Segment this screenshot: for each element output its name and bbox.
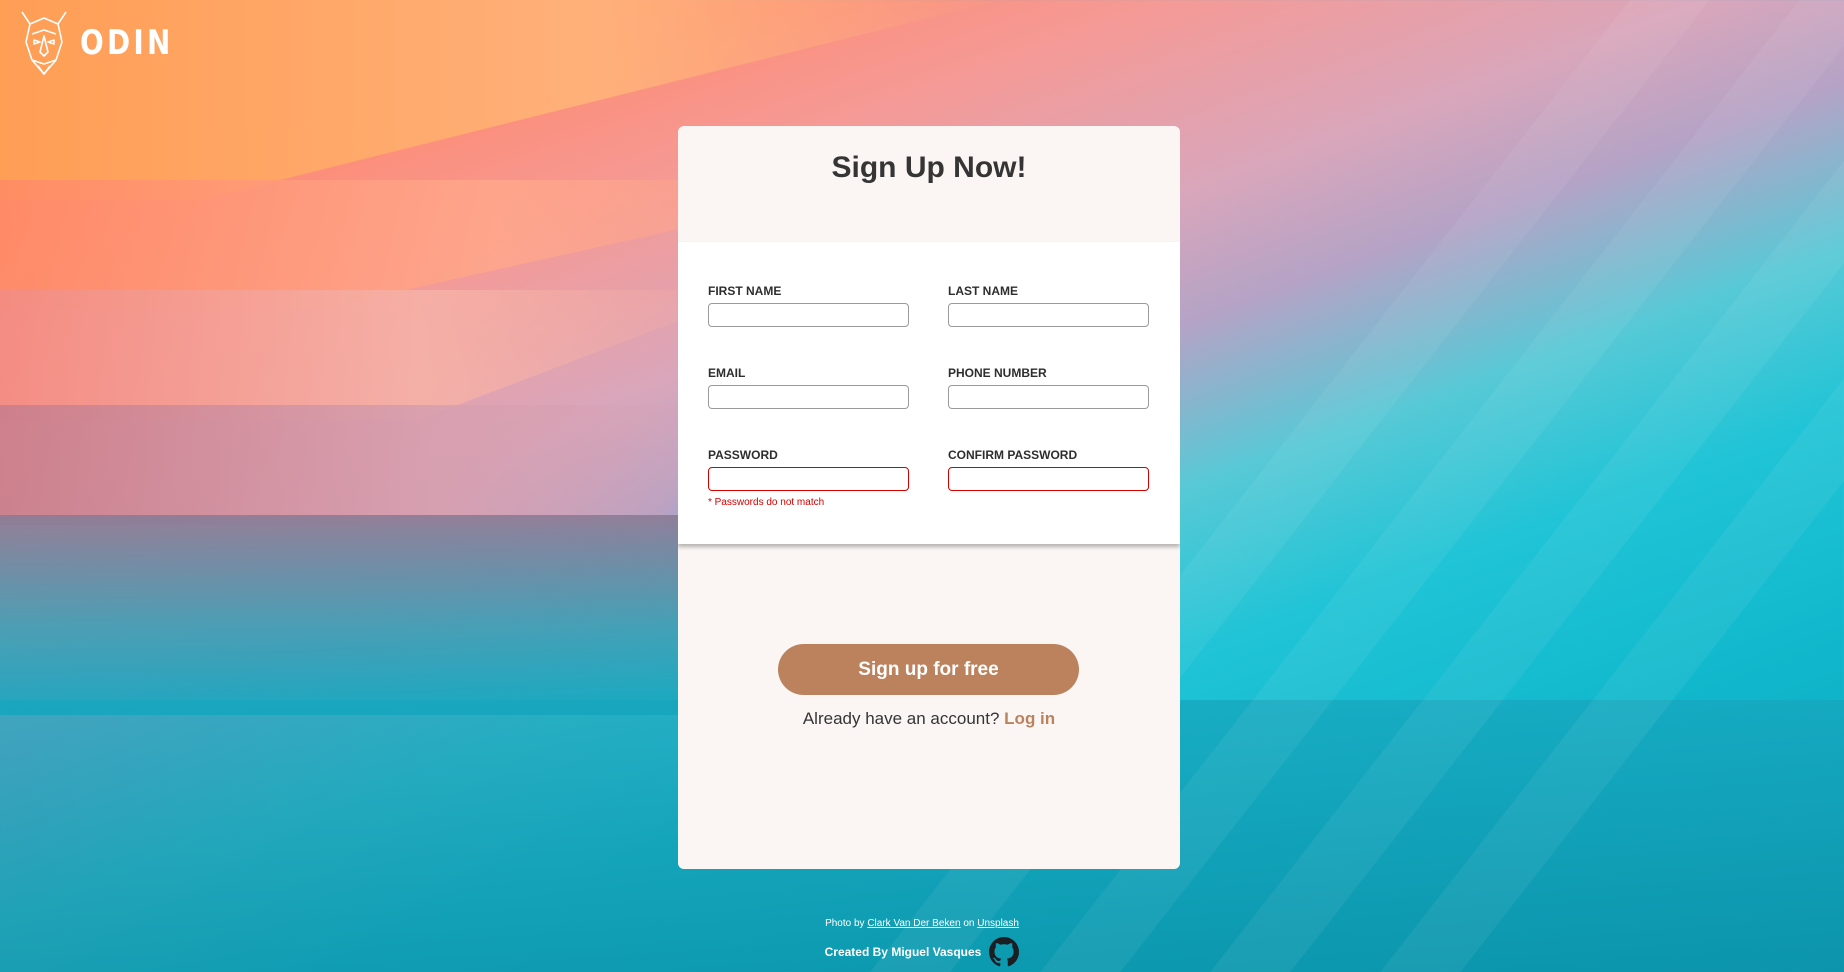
- photo-by-text: Photo by: [825, 918, 865, 929]
- last-name-label: LAST NAME: [948, 284, 1018, 298]
- confirm-password-group: CONFIRM PASSWORD: [948, 448, 1149, 491]
- background-stripe: [1210, 0, 1844, 972]
- phone-label: PHONE NUMBER: [948, 366, 1047, 380]
- last-name-field[interactable]: [948, 303, 1149, 327]
- background-layer: [0, 515, 720, 715]
- email-field[interactable]: [708, 385, 909, 409]
- github-icon[interactable]: [989, 937, 1020, 967]
- phone-group: PHONE NUMBER: [948, 366, 1149, 409]
- login-prompt-line: Already have an account? Log in: [678, 709, 1180, 729]
- login-link[interactable]: Log in: [1004, 709, 1055, 728]
- password-field[interactable]: [708, 467, 909, 491]
- signup-button[interactable]: Sign up for free: [778, 644, 1079, 695]
- first-name-field[interactable]: [708, 303, 909, 327]
- email-group: EMAIL: [708, 366, 909, 409]
- created-by-text: Created By Miguel Vasques: [824, 945, 982, 959]
- background-stripe: [1380, 0, 1844, 972]
- first-name-group: FIRST NAME: [708, 284, 909, 327]
- viking-helmet-icon: [21, 11, 67, 75]
- first-name-label: FIRST NAME: [708, 284, 782, 298]
- login-prompt: Already have an account?: [802, 709, 1000, 728]
- last-name-group: LAST NAME: [948, 284, 1149, 327]
- brand: ODIN: [18, 8, 194, 78]
- signup-form: FIRST NAME LAST NAME EMAIL PHONE NUMBER …: [678, 242, 1180, 544]
- password-error: * Passwords do not match: [708, 497, 825, 508]
- background-layer: [0, 405, 720, 525]
- on-text: on: [963, 918, 975, 929]
- background-layer: [0, 290, 760, 420]
- page-title: Sign Up Now!: [831, 150, 1027, 184]
- unsplash-link[interactable]: Unsplash: [977, 918, 1019, 929]
- phone-field[interactable]: [948, 385, 1149, 409]
- email-label: EMAIL: [708, 366, 746, 380]
- signup-card: Sign Up Now! FIRST NAME LAST NAME EMAIL …: [678, 126, 1180, 869]
- card-header: Sign Up Now!: [678, 126, 1180, 242]
- brand-name: ODIN: [80, 23, 174, 63]
- photo-credits: Photo by Clark Van Der Beken on Unsplash: [0, 918, 1844, 929]
- photographer-link[interactable]: Clark Van Der Beken: [867, 918, 960, 929]
- password-label: PASSWORD: [708, 448, 778, 462]
- card-footer: Sign up for free Already have an account…: [678, 544, 1180, 869]
- confirm-password-label: CONFIRM PASSWORD: [948, 448, 1078, 462]
- confirm-password-field[interactable]: [948, 467, 1149, 491]
- password-group: PASSWORD * Passwords do not match: [708, 448, 909, 508]
- author-credit: Created By Miguel Vasques: [0, 937, 1844, 967]
